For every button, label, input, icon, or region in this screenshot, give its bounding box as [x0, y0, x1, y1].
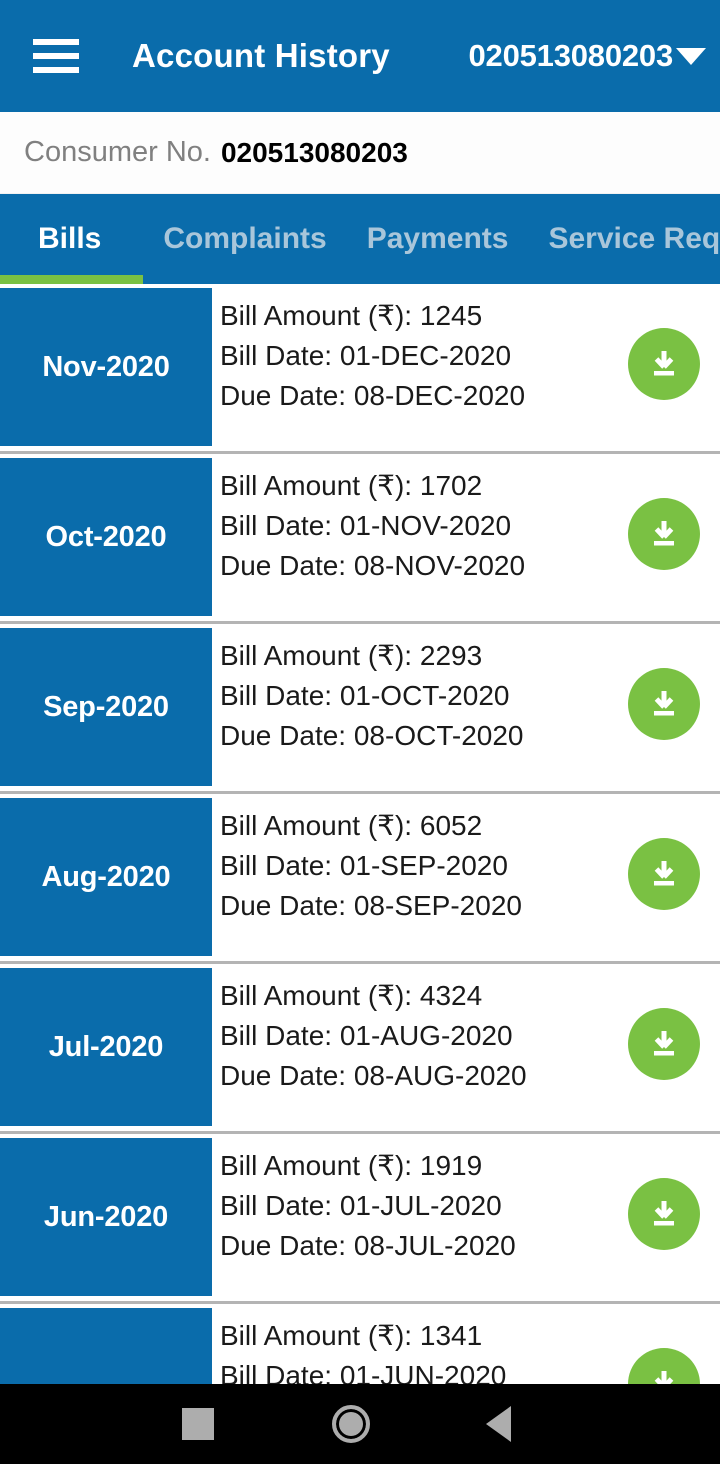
tab-strip[interactable]: Bills Complaints Payments Service Requ [0, 194, 720, 284]
bill-details: Bill Amount (₹): 1702 Bill Date: 01-NOV-2… [220, 466, 610, 586]
app-bar: Account History 020513080203 [0, 0, 720, 112]
bill-details: Bill Amount (₹): 1245 Bill Date: 01-DEC-2… [220, 296, 610, 416]
hamburger-line [33, 67, 79, 73]
tab-label: Complaints [163, 222, 327, 255]
tab-bills[interactable]: Bills [0, 194, 144, 284]
triangle-back-icon[interactable] [486, 1406, 511, 1442]
due-date-line: Due Date: 08-OCT-2020 [220, 720, 524, 751]
download-icon[interactable] [628, 498, 700, 570]
bill-details: Bill Amount (₹): 4324 Bill Date: 01-AUG-2… [220, 976, 610, 1096]
bill-month-block[interactable]: Aug-2020 [0, 798, 212, 956]
bill-date-line: Bill Date: 01-OCT-2020 [220, 680, 510, 711]
bill-amount-line: Bill Amount (₹): 1341 [220, 1320, 483, 1351]
active-tab-underline [0, 275, 144, 284]
android-navigation-bar [0, 1384, 720, 1464]
due-date-line: Due Date: 08-JUL-2020 [220, 1230, 516, 1261]
bill-amount-line: Bill Amount (₹): 1919 [220, 1150, 483, 1181]
home-glyph [332, 1405, 370, 1443]
bill-month-block[interactable]: Oct-2020 [0, 458, 212, 616]
tab-service-requ[interactable]: Service Requ [528, 194, 720, 284]
bill-month-block[interactable]: Nov-2020 [0, 288, 212, 446]
bill-month-label: Jun-2020 [43, 1200, 169, 1233]
bill-month-block[interactable]: Jun-2020 [0, 1138, 212, 1296]
bill-amount-line: Bill Amount (₹): 1702 [220, 470, 483, 501]
bill-amount-line: Bill Amount (₹): 6052 [220, 810, 483, 841]
bill-month-block[interactable]: Sep-2020 [0, 628, 212, 786]
consumer-number-value: 020513080203 [220, 136, 408, 168]
download-icon[interactable] [628, 1348, 700, 1384]
due-date-line: Due Date: 08-SEP-2020 [220, 890, 522, 921]
hamburger-line [33, 53, 79, 59]
bill-month-block[interactable] [0, 1308, 212, 1384]
bill-month-label: Oct-2020 [45, 520, 167, 553]
app-screen: Account History 020513080203 Consumer No… [0, 0, 720, 1464]
bill-row[interactable]: Sep-2020 Bill Amount (₹): 2293 Bill Date: … [0, 624, 720, 794]
tab-payments[interactable]: Payments [347, 194, 529, 284]
bill-row[interactable]: Aug-2020 Bill Amount (₹): 6052 Bill Date: … [0, 794, 720, 964]
consumer-number-label: Consumer No. [24, 136, 211, 168]
chevron-down-icon [676, 47, 706, 65]
account-selector[interactable]: 020513080203 [468, 38, 706, 74]
bill-row[interactable]: Jun-2020 Bill Amount (₹): 1919 Bill Date: … [0, 1134, 720, 1304]
bill-date-line: Bill Date: 01-NOV-2020 [220, 510, 512, 541]
download-icon[interactable] [628, 838, 700, 910]
bill-month-label: Nov-2020 [42, 350, 170, 383]
bill-row[interactable]: Oct-2020 Bill Amount (₹): 1702 Bill Date: … [0, 454, 720, 624]
page-title: Account History [132, 37, 390, 74]
bill-date-line: Bill Date: 01-JUN-2020 [220, 1360, 507, 1384]
tab-bar: Bills Complaints Payments Service Requ [0, 194, 720, 284]
hamburger-line [33, 39, 79, 45]
bill-row[interactable]: Nov-2020 Bill Amount (₹): 1245 Bill Date: … [0, 284, 720, 454]
due-date-line: Due Date: 08-DEC-2020 [220, 380, 526, 411]
bill-details: Bill Amount (₹): 1341 Bill Date: 01-JUN-2… [220, 1316, 610, 1384]
bill-date-line: Bill Date: 01-SEP-2020 [220, 850, 508, 881]
due-date-line: Due Date: 08-NOV-2020 [220, 550, 526, 581]
bill-date-line: Bill Date: 01-AUG-2020 [220, 1020, 513, 1051]
bill-date-line: Bill Date: 01-DEC-2020 [220, 340, 512, 371]
bill-month-label: Aug-2020 [41, 860, 171, 893]
bill-date-line: Bill Date: 01-JUL-2020 [220, 1190, 502, 1221]
tab-complaints[interactable]: Complaints [143, 194, 346, 284]
back-glyph [486, 1406, 511, 1442]
circle-home-icon[interactable] [332, 1405, 370, 1443]
download-icon[interactable] [628, 1178, 700, 1250]
bill-row[interactable]: Jul-2020 Bill Amount (₹): 4324 Bill Date: … [0, 964, 720, 1134]
bill-row[interactable]: Bill Amount (₹): 1341 Bill Date: 01-JUN-2… [0, 1304, 720, 1384]
tab-label: Bills [38, 222, 102, 255]
recents-glyph [182, 1408, 214, 1440]
consumer-number-bar: Consumer No. 020513080203 [0, 112, 720, 194]
account-selector-value: 020513080203 [468, 38, 674, 73]
bill-details: Bill Amount (₹): 6052 Bill Date: 01-SEP-2… [220, 806, 610, 926]
bill-amount-line: Bill Amount (₹): 4324 [220, 980, 483, 1011]
bill-amount-line: Bill Amount (₹): 1245 [220, 300, 483, 331]
download-icon[interactable] [628, 328, 700, 400]
download-icon[interactable] [628, 668, 700, 740]
square-recents-icon[interactable] [182, 1408, 214, 1440]
tab-label: Service Requ [548, 222, 720, 255]
bills-list[interactable]: Nov-2020 Bill Amount (₹): 1245 Bill Date: … [0, 284, 720, 1384]
hamburger-menu-icon[interactable] [33, 39, 79, 73]
download-icon[interactable] [628, 1008, 700, 1080]
tab-label: Payments [366, 222, 509, 255]
bill-month-label: Jul-2020 [48, 1030, 164, 1063]
bill-month-block[interactable]: Jul-2020 [0, 968, 212, 1126]
bill-details: Bill Amount (₹): 1919 Bill Date: 01-JUL-2… [220, 1146, 610, 1266]
bill-month-label: Sep-2020 [43, 690, 169, 723]
bill-details: Bill Amount (₹): 2293 Bill Date: 01-OCT-2… [220, 636, 610, 756]
bill-amount-line: Bill Amount (₹): 2293 [220, 640, 483, 671]
due-date-line: Due Date: 08-AUG-2020 [220, 1060, 527, 1091]
